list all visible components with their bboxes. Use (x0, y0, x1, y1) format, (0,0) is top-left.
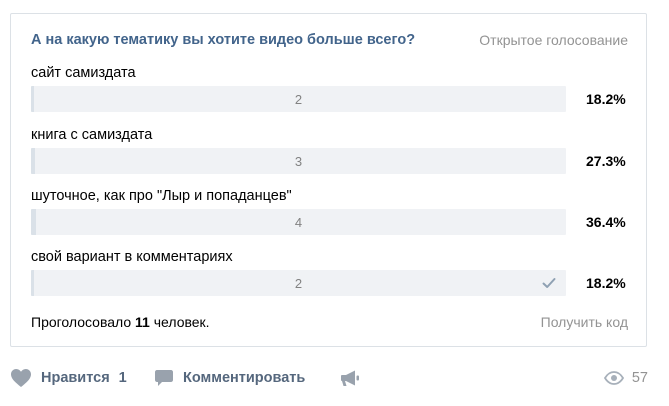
heart-icon (11, 369, 31, 387)
poll-option-label: свой вариант в комментариях (31, 249, 233, 265)
poll-option[interactable]: сайт самиздата 2 18.2% (31, 65, 631, 113)
voted-suffix: человек. (149, 314, 210, 330)
comment-icon (155, 370, 173, 386)
voted-prefix: Проголосовало (31, 314, 136, 330)
like-button[interactable]: Нравится 1 (10, 368, 127, 388)
post-actions-bar: Нравится 1 Комментировать 57 (10, 360, 650, 398)
megaphone-icon (341, 370, 359, 386)
poll-option-percent: 36.4% (586, 214, 626, 230)
poll-option-percent: 27.3% (586, 153, 626, 169)
poll-option-vote-count: 2 (294, 275, 303, 291)
poll-option-label: шуточное, как про "Лыр и попаданцев" (31, 188, 292, 204)
poll-option-bar[interactable]: 4 (31, 209, 566, 235)
poll-option-vote-count: 4 (294, 214, 303, 230)
eye-icon (603, 371, 624, 385)
get-code-link[interactable]: Получить код (541, 314, 628, 330)
comment-label: Комментировать (183, 370, 306, 386)
voted-count: 11 (135, 314, 150, 330)
share-button[interactable] (340, 368, 360, 388)
poll-option-label: сайт самиздата (31, 65, 136, 81)
poll-option-bar[interactable]: 2 (31, 86, 566, 112)
poll-option-vote-count: 3 (294, 153, 303, 169)
poll-option-vote-count: 2 (294, 91, 303, 107)
poll-footer: Проголосовало 11 человек. Получить код (31, 312, 628, 332)
poll-option-label: книга с самиздата (31, 127, 153, 143)
poll-question: А на какую тематику вы хотите видео боль… (31, 32, 416, 48)
post-page: А на какую тематику вы хотите видео боль… (0, 0, 669, 406)
checkmark-icon (542, 278, 556, 288)
poll-option[interactable]: шуточное, как про "Лыр и попаданцев" 4 3… (31, 188, 631, 236)
poll-option-bar[interactable]: 3 (31, 148, 566, 174)
views-counter: 57 (603, 368, 648, 388)
poll-option-bar[interactable]: 2 (31, 270, 566, 296)
poll-type-label: Открытое голосование (479, 32, 628, 48)
like-label: Нравится (41, 370, 110, 386)
like-count: 1 (118, 370, 127, 386)
voted-summary: Проголосовало 11 человек. (31, 314, 210, 330)
poll-option-percent: 18.2% (586, 275, 626, 291)
comment-button[interactable]: Комментировать (154, 368, 305, 388)
views-count: 57 (631, 370, 648, 386)
poll-option-percent: 18.2% (586, 91, 626, 107)
poll-card: А на какую тематику вы хотите видео боль… (10, 13, 647, 347)
poll-header: А на какую тематику вы хотите видео боль… (31, 30, 628, 50)
poll-option[interactable]: книга с самиздата 3 27.3% (31, 127, 631, 175)
poll-option-selected[interactable]: свой вариант в комментариях 2 18.2% (31, 249, 631, 297)
